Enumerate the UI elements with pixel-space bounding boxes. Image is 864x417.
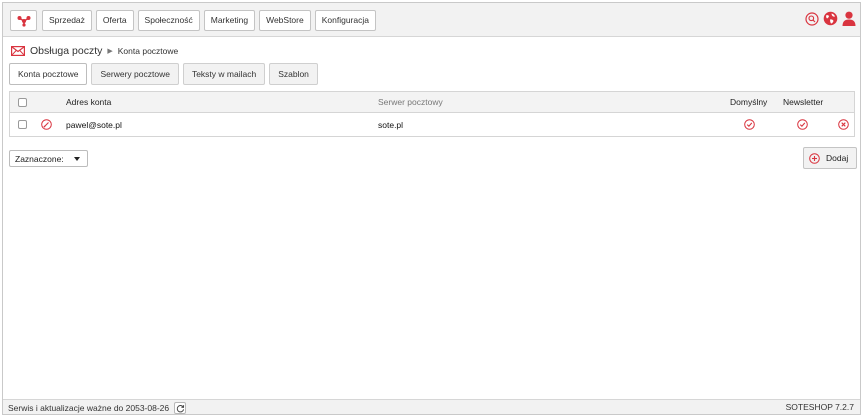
breadcrumb-section[interactable]: Obsługa poczty bbox=[30, 45, 102, 57]
breadcrumb-page: Konta pocztowe bbox=[117, 46, 179, 56]
accounts-table: Adres konta Serwer pocztowy Domyślny New… bbox=[9, 91, 855, 137]
tabs: Konta pocztowe Serwery pocztowe Teksty w… bbox=[9, 63, 318, 85]
menu-item-konfiguracja[interactable]: Konfiguracja bbox=[314, 10, 376, 31]
top-navigation: Sprzedaż Oferta Społeczność Marketing We… bbox=[3, 3, 860, 37]
tab-serwery-pocztowe[interactable]: Serwery pocztowe bbox=[91, 63, 179, 85]
chevron-down-icon bbox=[74, 157, 80, 161]
plus-circle-icon bbox=[809, 152, 820, 164]
menu-item-webstore[interactable]: WebStore bbox=[259, 10, 311, 31]
bulk-action-label: Zaznaczone: bbox=[15, 153, 64, 164]
home-logo-button[interactable] bbox=[10, 10, 37, 31]
tab-konta-pocztowe[interactable]: Konta pocztowe bbox=[9, 63, 88, 85]
bulk-action-select[interactable]: Zaznaczone: bbox=[9, 150, 88, 167]
refresh-button[interactable] bbox=[174, 402, 187, 414]
app-window: Sprzedaż Oferta Społeczność Marketing We… bbox=[2, 2, 861, 415]
menu-item-sprzedaz[interactable]: Sprzedaż bbox=[42, 10, 92, 31]
default-check-icon[interactable] bbox=[744, 119, 755, 130]
breadcrumb: Obsługa poczty ▶ Konta pocztowe bbox=[11, 45, 178, 57]
newsletter-check-icon[interactable] bbox=[797, 119, 808, 130]
account-server: sote.pl bbox=[378, 119, 404, 130]
table-row: pawel@sote.pl sote.pl bbox=[10, 113, 854, 136]
edit-icon[interactable] bbox=[41, 119, 52, 130]
add-button[interactable]: Dodaj bbox=[803, 147, 857, 169]
mail-icon bbox=[11, 46, 25, 56]
column-header-server[interactable]: Serwer pocztowy bbox=[378, 92, 443, 112]
tab-teksty-w-mailach[interactable]: Teksty w mailach bbox=[182, 63, 266, 85]
menu-item-spolecznosc[interactable]: Społeczność bbox=[137, 10, 200, 31]
table-header: Adres konta Serwer pocztowy Domyślny New… bbox=[10, 92, 854, 113]
column-header-address[interactable]: Adres konta bbox=[66, 92, 111, 112]
logo-icon bbox=[17, 15, 30, 27]
refresh-icon bbox=[176, 404, 184, 412]
column-header-newsletter[interactable]: Newsletter bbox=[783, 92, 823, 112]
account-address[interactable]: pawel@sote.pl bbox=[66, 113, 122, 136]
column-header-default[interactable]: Domyślny bbox=[730, 92, 767, 112]
row-checkbox[interactable] bbox=[18, 120, 27, 129]
tab-szablon[interactable]: Szablon bbox=[269, 63, 318, 85]
status-bar: Serwis i aktualizacje ważne do 2053-08-2… bbox=[3, 399, 860, 414]
main-menu: Sprzedaż Oferta Społeczność Marketing We… bbox=[42, 10, 376, 31]
search-icon[interactable] bbox=[805, 11, 819, 26]
user-icon[interactable] bbox=[842, 11, 856, 26]
globe-icon[interactable] bbox=[823, 11, 838, 26]
select-all-checkbox[interactable] bbox=[18, 97, 27, 107]
delete-icon[interactable] bbox=[838, 119, 849, 130]
menu-item-oferta[interactable]: Oferta bbox=[95, 10, 134, 31]
version-label: SOTESHOP 7.2.7 bbox=[785, 402, 854, 412]
breadcrumb-separator-icon: ▶ bbox=[107, 48, 113, 55]
menu-item-marketing[interactable]: Marketing bbox=[203, 10, 256, 31]
top-icons bbox=[805, 11, 856, 26]
add-button-label: Dodaj bbox=[826, 153, 849, 163]
license-status: Serwis i aktualizacje ważne do 2053-08-2… bbox=[8, 403, 170, 413]
